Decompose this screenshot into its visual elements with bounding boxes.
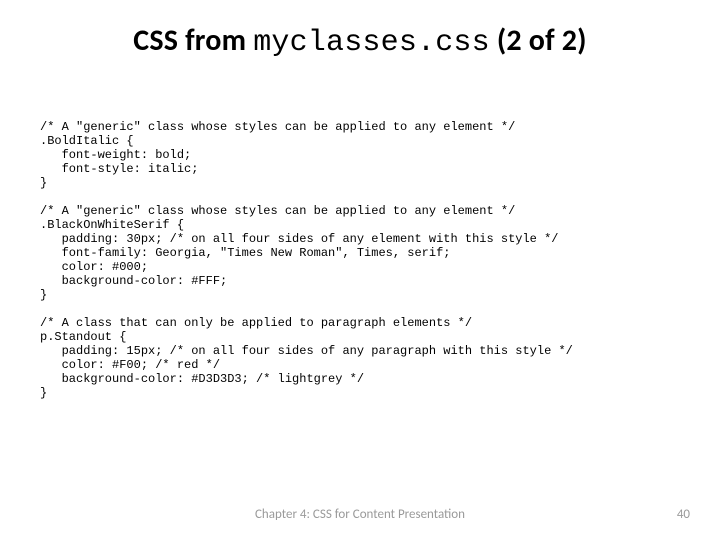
slide-title: CSS from myclasses.css (2 of 2) xyxy=(0,22,720,60)
footer-chapter: Chapter 4: CSS for Content Presentation xyxy=(0,507,720,522)
title-filename: myclasses.css xyxy=(253,26,490,60)
title-suffix: (2 of 2) xyxy=(490,22,587,59)
title-prefix: CSS from xyxy=(133,22,253,59)
css-code-block: /* A "generic" class whose styles can be… xyxy=(40,120,680,400)
page-number: 40 xyxy=(677,507,690,522)
slide: CSS from myclasses.css (2 of 2) /* A "ge… xyxy=(0,0,720,540)
